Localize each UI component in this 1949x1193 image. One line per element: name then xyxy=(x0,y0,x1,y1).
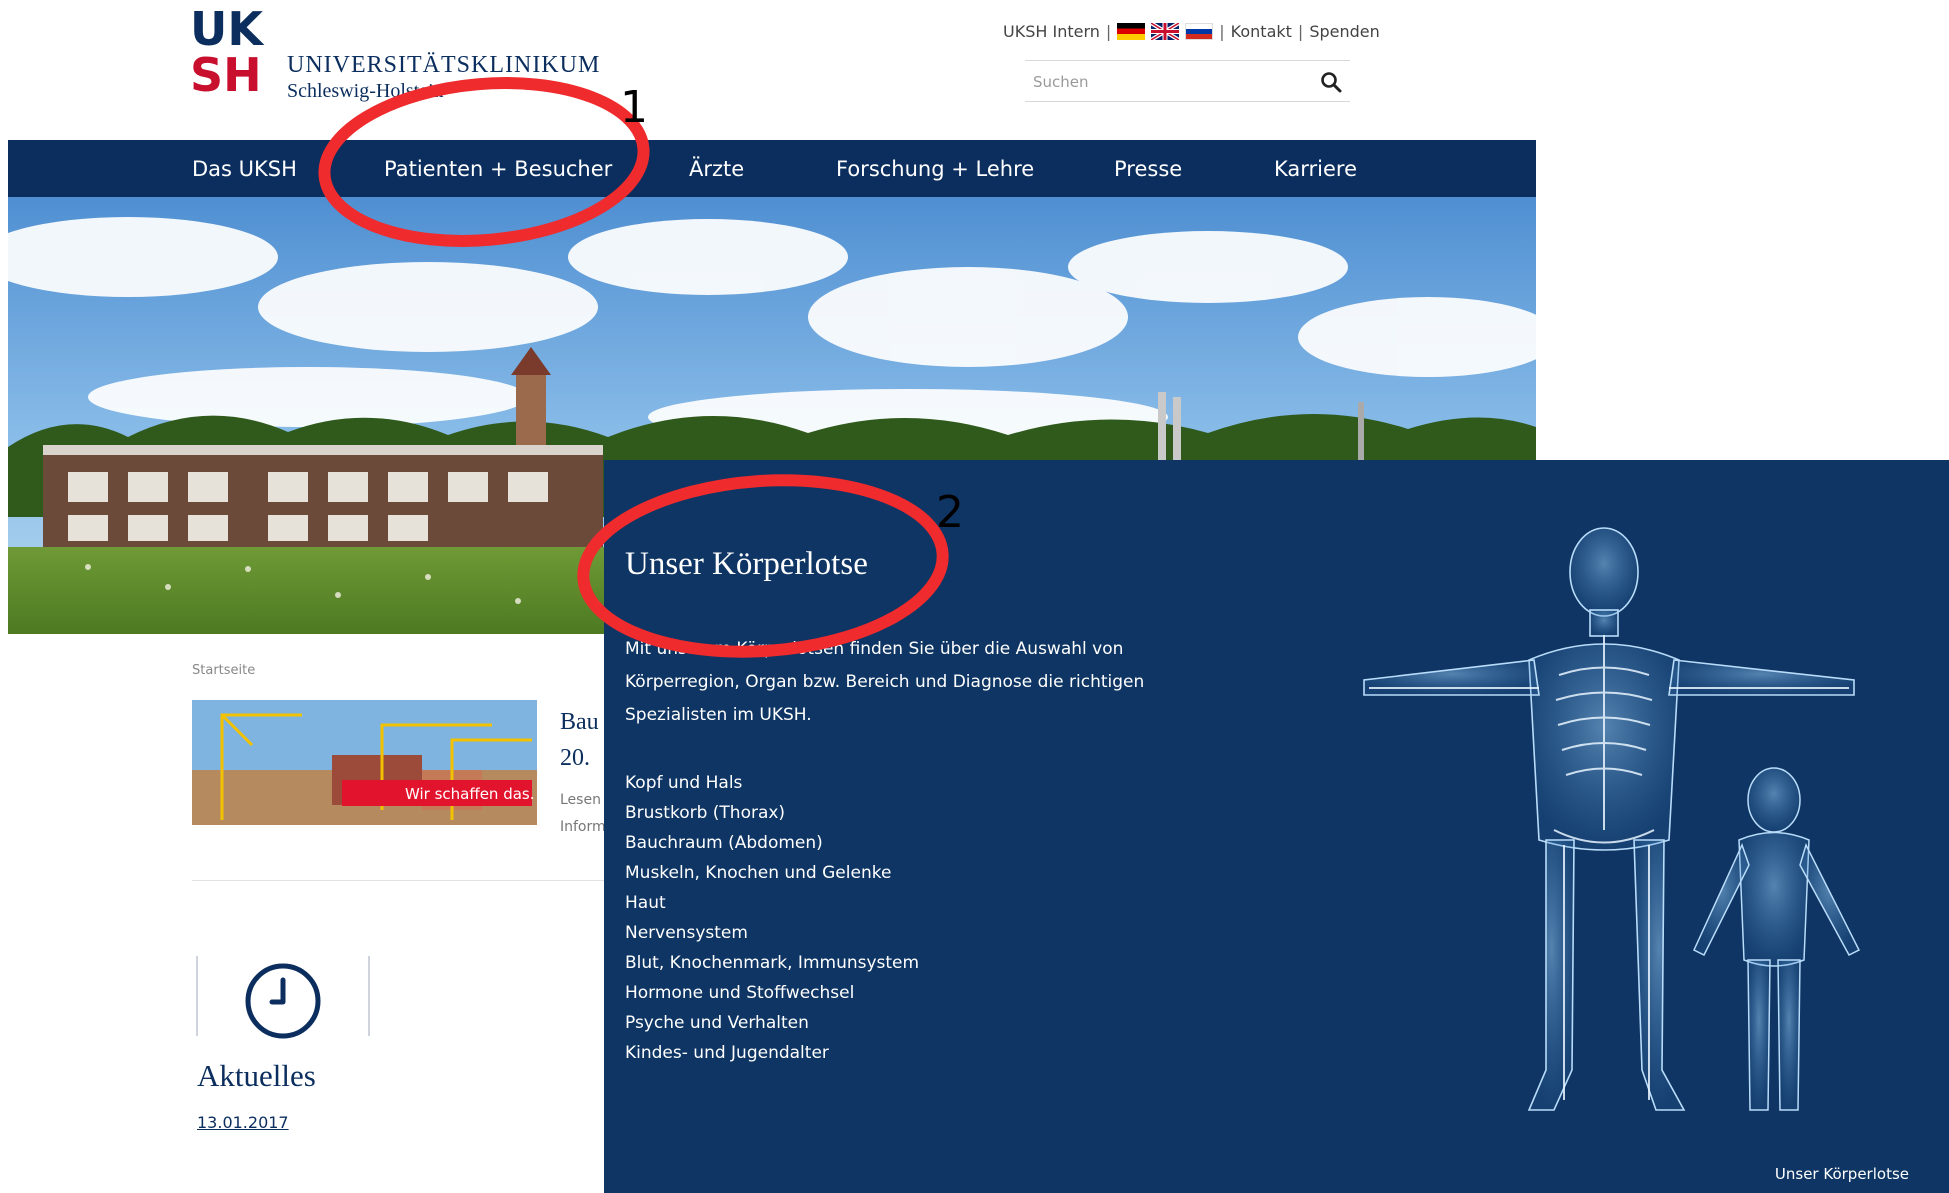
region-kopf-hals[interactable]: Kopf und Hals xyxy=(625,768,919,798)
uksh-logo[interactable]: UK SH xyxy=(190,6,270,102)
region-blut-immunsystem[interactable]: Blut, Knochenmark, Immunsystem xyxy=(625,948,919,978)
flag-russian-icon[interactable] xyxy=(1185,23,1214,40)
clock-icon xyxy=(245,963,321,1039)
link-uksh-intern[interactable]: UKSH Intern xyxy=(1003,22,1100,41)
logo-sh: SH xyxy=(190,48,262,102)
news-date[interactable]: 13.01.2017 xyxy=(197,1113,289,1132)
separator: | xyxy=(1297,22,1304,41)
nav-item-presse[interactable]: Presse xyxy=(1114,157,1182,181)
koerperlotse-panel: Unser Körperlotse Mit unserem Körperlots… xyxy=(604,460,1949,1193)
panel-intro: Mit unserem Körperlotsen finden Sie über… xyxy=(625,633,1165,732)
region-kindes-jugendalter[interactable]: Kindes- und Jugendalter xyxy=(625,1038,919,1068)
divider-vertical xyxy=(368,956,370,1036)
search-box xyxy=(1025,60,1350,102)
child-figure[interactable] xyxy=(1693,767,1861,1111)
divider xyxy=(192,880,612,881)
region-haut[interactable]: Haut xyxy=(625,888,919,918)
panel-footer-label[interactable]: Unser Körperlotse xyxy=(1775,1165,1909,1183)
link-kontakt[interactable]: Kontakt xyxy=(1231,22,1292,41)
body-region-list: Kopf und Hals Brustkorb (Thorax) Bauchra… xyxy=(625,768,919,1068)
region-psyche-verhalten[interactable]: Psyche und Verhalten xyxy=(625,1008,919,1038)
nav-item-patienten-besucher[interactable]: Patienten + Besucher xyxy=(384,157,612,181)
flag-german-icon[interactable] xyxy=(1117,23,1146,40)
link-spenden[interactable]: Spenden xyxy=(1309,22,1379,41)
body-xray-illustration[interactable] xyxy=(1324,510,1924,1150)
annotation-number-1: 1 xyxy=(620,82,648,133)
news-teaser: Lesen Inform xyxy=(560,787,606,841)
divider-vertical xyxy=(196,956,198,1036)
region-bauchraum[interactable]: Bauchraum (Abdomen) xyxy=(625,828,919,858)
top-links: UKSH Intern | | Kontakt | Spenden xyxy=(1003,22,1380,41)
region-hormone-stoffwechsel[interactable]: Hormone und Stoffwechsel xyxy=(625,978,919,1008)
nav-item-forschung-lehre[interactable]: Forschung + Lehre xyxy=(836,157,1034,181)
news-title-line2: 20. xyxy=(560,745,590,771)
flag-english-icon[interactable] xyxy=(1151,23,1180,40)
news-title[interactable]: Bau 20. xyxy=(560,704,599,776)
logo-uk: UK xyxy=(190,2,263,56)
intro-line: Spezialisten im UKSH. xyxy=(625,705,812,725)
region-brustkorb[interactable]: Brustkorb (Thorax) xyxy=(625,798,919,828)
logo-wordmark: UNIVERSITÄTSKLINIKUM Schleswig-Holstein xyxy=(287,52,600,103)
news-construction-image[interactable]: Wir schaffen das. xyxy=(192,700,537,825)
nav-item-aerzte[interactable]: Ärzte xyxy=(689,157,744,181)
nav-item-das-uksh[interactable]: Das UKSH xyxy=(192,157,297,181)
logo-subname: Schleswig-Holstein xyxy=(287,80,444,102)
banner-slogan: Wir schaffen das. xyxy=(405,785,535,803)
news-teaser-line2: Inform xyxy=(560,819,606,835)
intro-line: Körperregion, Organ bzw. Bereich und Dia… xyxy=(625,672,1145,692)
panel-title: Unser Körperlotse xyxy=(625,546,868,582)
search-icon[interactable] xyxy=(1320,71,1342,93)
news-teaser-line1: Lesen xyxy=(560,792,601,808)
region-nervensystem[interactable]: Nervensystem xyxy=(625,918,919,948)
logo-name: UNIVERSITÄTSKLINIKUM xyxy=(287,52,601,78)
search-input[interactable] xyxy=(1031,70,1295,94)
separator: | xyxy=(1219,22,1225,41)
separator: | xyxy=(1105,22,1112,41)
main-navigation: Das UKSH Patienten + Besucher Ärzte Fors… xyxy=(8,140,1536,197)
aktuelles-heading: Aktuelles xyxy=(197,1058,316,1093)
region-muskeln-knochen-gelenke[interactable]: Muskeln, Knochen und Gelenke xyxy=(625,858,919,888)
nav-item-karriere[interactable]: Karriere xyxy=(1274,157,1357,181)
news-title-line1: Bau xyxy=(560,709,599,735)
breadcrumb[interactable]: Startseite xyxy=(192,663,255,678)
intro-line: Mit unserem Körperlotsen finden Sie über… xyxy=(625,639,1124,659)
